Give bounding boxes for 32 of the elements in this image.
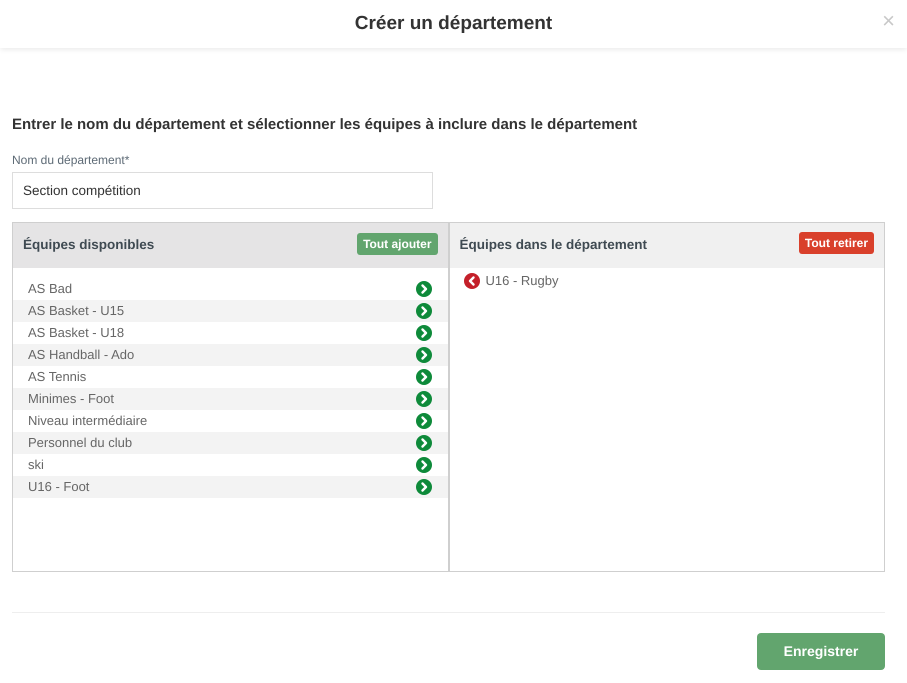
- chevron-right-icon[interactable]: [416, 434, 432, 450]
- panel-title: Équipes disponibles: [23, 236, 154, 254]
- team-name: Personnel du club: [28, 434, 132, 452]
- chevron-right-icon[interactable]: [416, 346, 432, 362]
- team-name: Minimes - Foot: [28, 390, 114, 408]
- chevron-right-icon[interactable]: [416, 478, 432, 494]
- chevron-right-icon[interactable]: [416, 368, 432, 384]
- panel-title: Équipes dans le département: [460, 236, 648, 254]
- add-all-button[interactable]: Tout ajouter: [357, 233, 438, 255]
- chevron-right-icon[interactable]: [416, 280, 432, 296]
- chevron-left-icon[interactable]: [464, 272, 480, 288]
- team-name: AS Basket - U15: [28, 302, 124, 320]
- team-name: U16 - Foot: [28, 478, 90, 496]
- team-name: Niveau intermédiaire: [28, 412, 148, 430]
- dialog-title: Créer un département: [354, 12, 552, 36]
- field-label: Nom du département*: [12, 152, 130, 168]
- team-name: AS Tennis: [28, 368, 86, 386]
- chevron-right-icon[interactable]: [416, 456, 432, 472]
- team-name: AS Bad: [28, 280, 72, 298]
- close-button[interactable]: ×: [880, 10, 897, 32]
- chevron-right-icon[interactable]: [416, 412, 432, 428]
- team-name: U16 - Rugby: [486, 272, 558, 290]
- chevron-right-icon[interactable]: [416, 390, 432, 406]
- save-button[interactable]: Enregistrer: [757, 632, 885, 670]
- team-name: AS Basket - U18: [28, 324, 124, 342]
- team-name: ski: [28, 456, 44, 474]
- chevron-right-icon[interactable]: [416, 324, 432, 340]
- remove-all-button[interactable]: Tout retirer: [798, 232, 874, 254]
- team-name: AS Handball - Ado: [28, 346, 134, 364]
- chevron-right-icon[interactable]: [416, 302, 432, 318]
- name-input-field[interactable]: Section compétition: [12, 172, 433, 208]
- instruction-text: Entrer le nom du département et sélectionner les équipes à inclure dans le département: [12, 115, 638, 135]
